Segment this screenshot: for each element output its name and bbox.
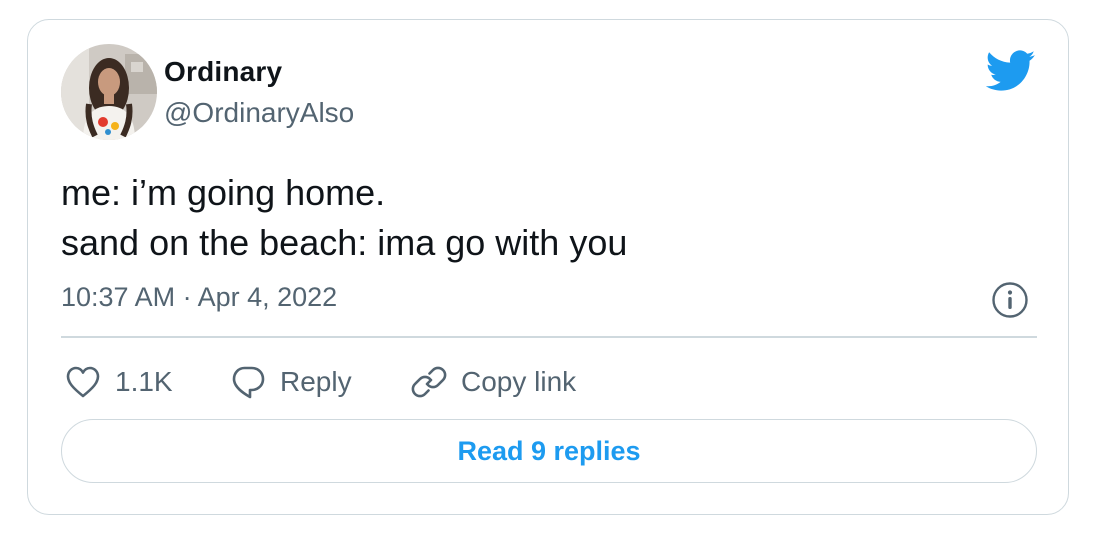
info-icon[interactable] bbox=[991, 281, 1029, 319]
reply-label: Reply bbox=[280, 366, 352, 397]
tweet-timestamp[interactable]: 10:37 AM · Apr 4, 2022 bbox=[61, 282, 337, 313]
heart-icon bbox=[66, 366, 100, 398]
tweet-text-line: sand on the beach: ima go with you bbox=[61, 222, 628, 263]
twitter-bird-icon[interactable] bbox=[985, 50, 1036, 92]
reply-button[interactable]: Reply bbox=[230, 362, 352, 402]
tweet-card[interactable]: Ordinary @OrdinaryAlso me: i’m going hom… bbox=[27, 19, 1069, 515]
divider bbox=[61, 336, 1037, 338]
author-avatar[interactable] bbox=[61, 44, 157, 140]
tweet-text-line: me: i’m going home. bbox=[61, 172, 386, 213]
link-icon bbox=[411, 366, 447, 398]
reply-bubble-icon bbox=[232, 366, 265, 399]
author-handle[interactable]: @OrdinaryAlso bbox=[164, 97, 354, 129]
avatar-photo bbox=[61, 44, 157, 140]
read-replies-label: Read 9 replies bbox=[457, 435, 641, 466]
like-count: 1.1K bbox=[115, 366, 173, 397]
read-replies-button[interactable]: Read 9 replies bbox=[61, 419, 1037, 483]
copy-link-label: Copy link bbox=[461, 366, 577, 397]
tweet-body: me: i’m going home. sand on the beach: i… bbox=[61, 168, 627, 268]
copy-link-button[interactable]: Copy link bbox=[411, 362, 576, 402]
author-display-name[interactable]: Ordinary bbox=[164, 56, 282, 88]
like-button[interactable]: 1.1K bbox=[65, 362, 173, 402]
